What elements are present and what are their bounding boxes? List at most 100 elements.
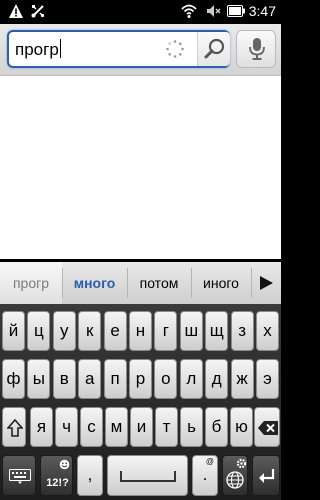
letter-key-label: ц [34, 321, 44, 340]
status-bar: 3:47 [0, 0, 281, 24]
comma-label: , [87, 465, 93, 484]
loading-spinner-icon [166, 40, 184, 58]
letter-key[interactable]: б [205, 407, 228, 447]
language-key[interactable] [222, 455, 248, 496]
space-key[interactable] [107, 455, 188, 496]
letter-key[interactable]: и [130, 407, 153, 447]
symbols-key-label: 12!? [46, 477, 69, 489]
letter-key-label: л [186, 369, 197, 388]
warning-icon [9, 4, 23, 18]
letter-key[interactable]: л [179, 359, 203, 399]
letter-key[interactable]: ф [2, 359, 25, 399]
letter-key[interactable]: т [155, 407, 178, 447]
letter-key-label: й [8, 321, 19, 340]
battery-icon [227, 5, 245, 17]
suggestion-item[interactable]: потом [127, 262, 191, 304]
shift-arrow-icon [7, 419, 23, 437]
letter-key-label: и [136, 417, 147, 436]
letter-key[interactable]: я [30, 407, 53, 447]
letter-key[interactable]: ь [180, 407, 203, 447]
gear-icon [236, 458, 247, 469]
letter-key-label: м [110, 417, 123, 436]
letter-key[interactable]: э [256, 359, 279, 399]
letter-key[interactable]: ш [179, 311, 203, 351]
letter-key-label: щ [209, 321, 224, 340]
letter-key[interactable]: е [103, 311, 127, 351]
backspace-icon [258, 421, 278, 435]
shift-key[interactable] [2, 407, 26, 447]
keyboard: йцукенгшщзх фывапролджэ ячсмитьбю 12!? ,… [0, 304, 281, 500]
letter-key-label: х [263, 321, 272, 340]
text-cursor [59, 39, 61, 58]
symbols-key[interactable]: 12!? [40, 455, 73, 496]
letter-key-label: ч [62, 417, 71, 436]
letter-key-label: а [84, 369, 95, 388]
usb-icon [31, 5, 45, 18]
letter-key-label: г [162, 321, 169, 340]
letter-key[interactable]: ю [230, 407, 253, 447]
suggestion-highlighted[interactable]: много [62, 262, 127, 304]
letter-key[interactable]: ж [230, 359, 254, 399]
letter-key[interactable]: г [154, 311, 178, 351]
suggestion-typed-word[interactable]: прогр [0, 262, 62, 304]
enter-key[interactable] [252, 455, 280, 496]
letter-key[interactable]: з [230, 311, 254, 351]
letter-key-label: в [59, 369, 69, 388]
letter-key[interactable]: с [80, 407, 103, 447]
letter-key[interactable]: о [154, 359, 178, 399]
suggestion-strip: прогр много потом иного [0, 262, 281, 304]
period-key[interactable]: @ . [192, 455, 218, 496]
letter-key[interactable]: ц [27, 311, 51, 351]
letter-key-label: б [211, 417, 222, 436]
letter-key[interactable]: х [256, 311, 279, 351]
enter-arrow-icon [259, 469, 275, 483]
more-suggestions-button[interactable] [251, 262, 281, 304]
keyboard-icon [9, 469, 31, 484]
search-query-text: прогр [15, 39, 61, 59]
search-button[interactable] [197, 32, 230, 66]
letter-key-label: т [162, 417, 171, 436]
keyboard-settings-key[interactable] [2, 455, 36, 496]
letter-key-label: ш [184, 321, 199, 340]
letter-key[interactable]: а [78, 359, 102, 399]
clock: 3:47 [248, 3, 276, 19]
letter-key[interactable]: в [52, 359, 76, 399]
letter-key[interactable]: д [205, 359, 229, 399]
letter-key-label: д [211, 369, 222, 388]
letter-key[interactable]: р [129, 359, 152, 399]
period-label: . [202, 465, 208, 484]
letter-key[interactable]: м [105, 407, 128, 447]
letter-key-label: с [87, 417, 96, 436]
suggestion-item[interactable]: иного [191, 262, 251, 304]
letter-key-label: э [263, 369, 272, 388]
letter-key-label: е [110, 321, 120, 340]
letter-key-label: о [161, 369, 171, 388]
letter-key-label: п [110, 369, 120, 388]
backspace-key[interactable] [254, 407, 280, 447]
microphone-icon [249, 38, 265, 60]
wifi-icon [181, 4, 197, 18]
letter-key[interactable]: н [129, 311, 152, 351]
letter-key-label: ж [236, 369, 248, 388]
letter-key-label: ю [235, 417, 248, 436]
letter-key-label: ь [187, 417, 196, 436]
letter-key[interactable]: к [78, 311, 102, 351]
letter-key[interactable]: щ [205, 311, 229, 351]
letter-key[interactable]: п [103, 359, 127, 399]
letter-key-label: к [85, 321, 94, 340]
letter-key-label: ы [32, 369, 45, 388]
globe-icon [226, 471, 244, 489]
voice-search-button[interactable] [236, 30, 276, 68]
letter-key-label: р [135, 369, 146, 388]
search-results-area [0, 76, 281, 259]
comma-key[interactable]: , [77, 455, 103, 496]
letter-key-label: з [238, 321, 246, 340]
play-arrow-icon [260, 276, 273, 290]
mute-icon [207, 5, 221, 17]
letter-key[interactable]: ы [27, 359, 51, 399]
letter-key[interactable]: й [2, 311, 25, 351]
letter-key-label: у [60, 321, 69, 340]
letter-key[interactable]: ч [55, 407, 78, 447]
letter-key[interactable]: у [52, 311, 76, 351]
search-input[interactable]: прогр [7, 30, 230, 68]
